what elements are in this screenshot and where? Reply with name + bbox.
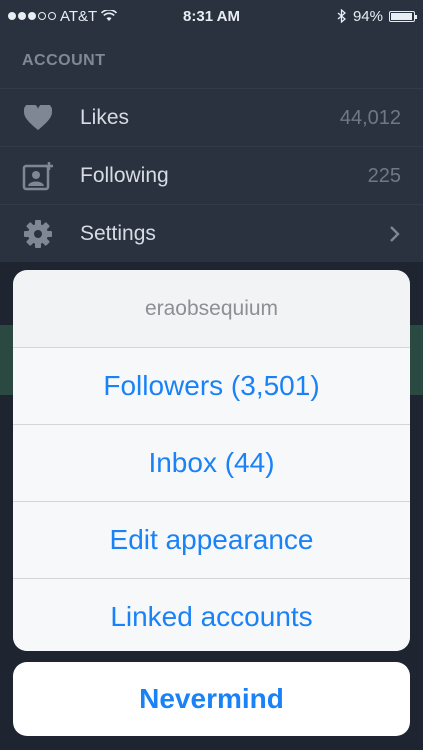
status-bar: AT&T 8:31 AM 94% xyxy=(0,0,423,32)
following-label: Following xyxy=(80,164,169,187)
gear-icon xyxy=(22,218,54,250)
likes-count: 44,012 xyxy=(339,106,401,129)
bluetooth-icon xyxy=(337,9,346,23)
chevron-right-icon xyxy=(390,226,400,242)
likes-row[interactable]: Likes 44,012 xyxy=(0,88,423,147)
linked-accounts-button[interactable]: Linked accounts xyxy=(13,579,410,651)
settings-row[interactable]: Settings xyxy=(0,204,423,263)
add-person-icon xyxy=(22,160,54,192)
settings-label: Settings xyxy=(80,222,156,245)
action-sheet: eraobsequium Followers (3,501) Inbox (44… xyxy=(13,270,410,651)
status-right: 94% xyxy=(337,7,417,25)
edit-appearance-button[interactable]: Edit appearance xyxy=(13,502,410,579)
battery-icon xyxy=(389,10,417,22)
followers-button[interactable]: Followers (3,501) xyxy=(13,348,410,425)
account-section-title: ACCOUNT xyxy=(22,52,106,69)
nevermind-button[interactable]: Nevermind xyxy=(13,662,410,736)
battery-percent: 94% xyxy=(352,7,383,25)
inbox-button[interactable]: Inbox (44) xyxy=(13,425,410,502)
following-count: 225 xyxy=(367,164,401,187)
heart-icon xyxy=(22,102,54,134)
following-row[interactable]: Following 225 xyxy=(0,146,423,205)
action-sheet-title: eraobsequium xyxy=(13,270,410,348)
likes-label: Likes xyxy=(80,106,130,129)
